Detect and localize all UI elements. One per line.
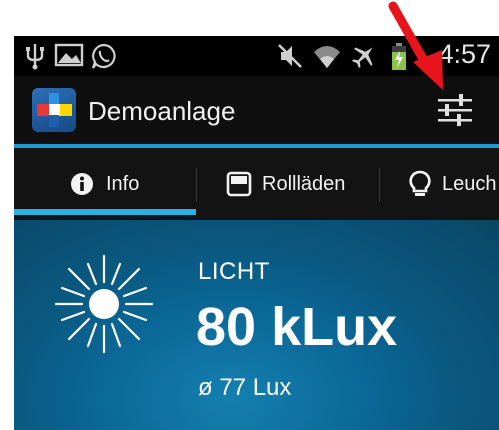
info-panel: LICHT 80 kLux ø 77 Lux xyxy=(14,220,499,430)
app-logo-icon[interactable] xyxy=(32,88,76,132)
mute-icon xyxy=(278,44,302,68)
tab-leuchten[interactable]: Leuch xyxy=(408,148,497,220)
sensor-value: 80 kLux xyxy=(196,297,398,357)
tab-rolllaeden-label: Rollläden xyxy=(262,172,346,195)
sensor-average: ø 77 Lux xyxy=(198,374,292,401)
tab-info-label: Info xyxy=(106,172,140,195)
tab-divider xyxy=(379,168,380,202)
selected-tab-indicator xyxy=(14,209,196,215)
airplane-mode-icon xyxy=(351,47,373,69)
annotation-arrow-icon xyxy=(388,1,443,90)
app-title: Demoanlage xyxy=(88,96,236,126)
tab-leuchten-label: Leuch xyxy=(442,172,497,195)
whatsapp-icon xyxy=(91,43,116,69)
wifi-icon xyxy=(314,46,340,68)
info-icon xyxy=(71,173,93,195)
usb-icon xyxy=(26,44,44,70)
tab-divider xyxy=(196,168,197,202)
tab-rolllaeden[interactable]: Rollläden xyxy=(226,148,345,220)
sensor-label: LICHT xyxy=(198,258,270,285)
lightbulb-icon xyxy=(409,170,431,196)
shutter-icon xyxy=(226,171,252,197)
sun-icon xyxy=(54,254,154,354)
gallery-icon xyxy=(54,43,84,67)
